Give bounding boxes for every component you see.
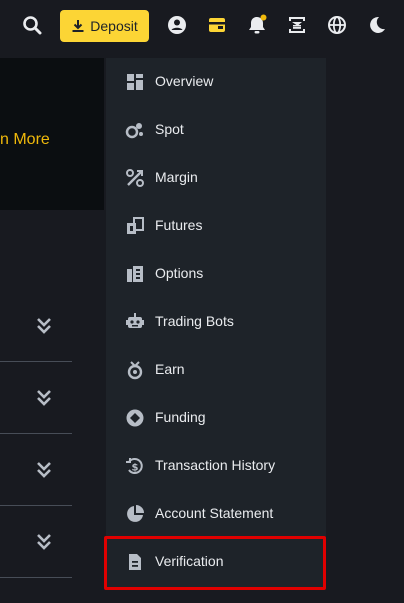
double-chevron-down-icon[interactable] xyxy=(35,460,53,480)
collapsible-row[interactable] xyxy=(0,506,72,578)
margin-icon xyxy=(126,169,144,187)
menu-item-margin[interactable]: Margin xyxy=(106,154,326,202)
menu-item-trading-bots[interactable]: Trading Bots xyxy=(106,298,326,346)
menu-item-earn[interactable]: Earn xyxy=(106,346,326,394)
collapsible-row[interactable] xyxy=(0,290,72,362)
overview-icon xyxy=(127,74,143,90)
search-icon[interactable] xyxy=(20,13,44,37)
account-statement-icon xyxy=(127,505,144,522)
menu-item-label: Account Statement xyxy=(155,505,274,521)
menu-item-verification[interactable]: Verification xyxy=(106,538,326,586)
earn-icon xyxy=(127,361,143,380)
menu-item-futures[interactable]: Futures xyxy=(106,202,326,250)
notification-bell-icon[interactable] xyxy=(245,13,269,37)
verification-icon xyxy=(129,554,141,570)
menu-item-label: Overview xyxy=(155,73,214,89)
menu-item-label: Transaction History xyxy=(155,457,276,473)
deposit-button[interactable]: Deposit xyxy=(60,10,149,42)
user-icon[interactable] xyxy=(165,13,189,37)
download-app-icon[interactable] xyxy=(285,13,309,37)
menu-item-label: Spot xyxy=(155,121,184,137)
double-chevron-down-icon[interactable] xyxy=(35,532,53,552)
menu-item-account-statement[interactable]: Account Statement xyxy=(106,490,326,538)
top-navigation-bar: Deposit xyxy=(0,0,404,50)
wallet-dropdown-menu: Overview Spot Margin Futures Options Tra… xyxy=(106,58,326,588)
deposit-download-icon xyxy=(72,20,84,32)
collapsible-row[interactable] xyxy=(0,362,72,434)
funding-icon xyxy=(126,409,144,427)
row-divider xyxy=(0,577,72,578)
futures-icon xyxy=(127,217,144,234)
trading-bots-icon xyxy=(126,313,144,328)
collapsible-row[interactable] xyxy=(0,434,72,506)
menu-item-overview[interactable]: Overview xyxy=(106,58,326,106)
promo-banner: n More xyxy=(0,58,104,210)
menu-item-label: Margin xyxy=(155,169,198,185)
deposit-label: Deposit xyxy=(90,18,138,34)
spot-icon xyxy=(125,123,143,139)
wallet-icon[interactable] xyxy=(205,13,229,37)
svg-text:$: $ xyxy=(132,463,139,474)
menu-item-transaction-history[interactable]: $ Transaction History xyxy=(106,442,326,490)
double-chevron-down-icon[interactable] xyxy=(35,316,53,336)
menu-item-label: Trading Bots xyxy=(155,313,234,329)
options-icon xyxy=(127,266,143,282)
transaction-history-icon: $ xyxy=(126,458,143,474)
menu-item-label: Funding xyxy=(155,409,206,425)
menu-item-label: Earn xyxy=(155,361,185,377)
learn-more-link[interactable]: n More xyxy=(0,131,50,149)
language-globe-icon[interactable] xyxy=(325,13,349,37)
menu-item-funding[interactable]: Funding xyxy=(106,394,326,442)
dark-mode-moon-icon[interactable] xyxy=(365,13,389,37)
menu-item-label: Futures xyxy=(155,217,203,233)
double-chevron-down-icon[interactable] xyxy=(35,388,53,408)
menu-item-options[interactable]: Options xyxy=(106,250,326,298)
menu-item-spot[interactable]: Spot xyxy=(106,106,326,154)
menu-item-label: Verification xyxy=(155,553,224,569)
menu-item-label: Options xyxy=(155,265,204,281)
